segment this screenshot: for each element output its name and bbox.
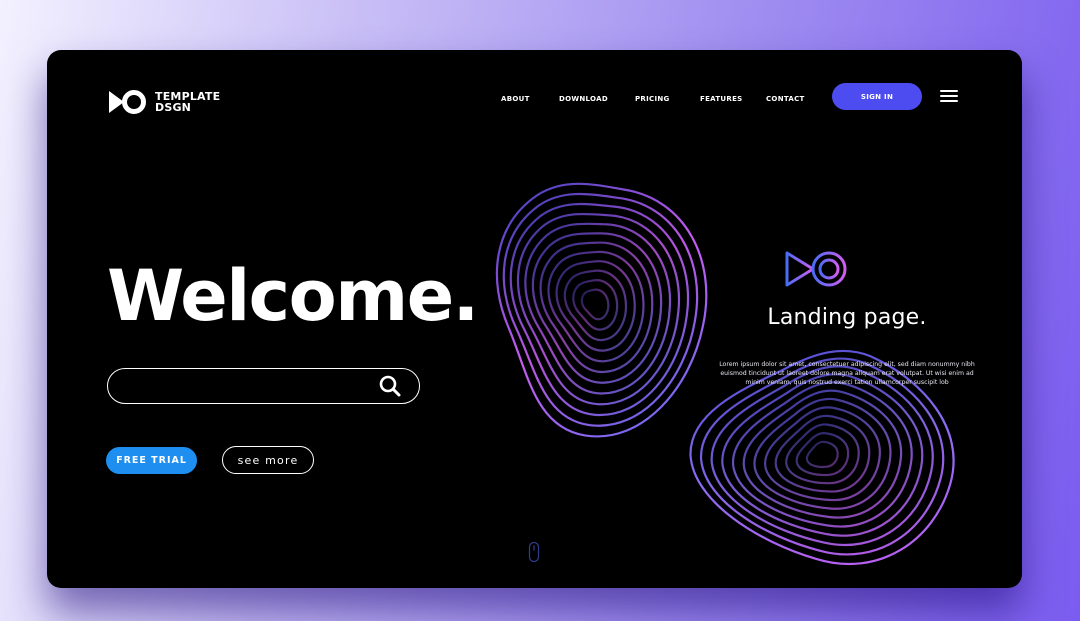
contour-ring <box>782 418 864 489</box>
contour-ring <box>473 176 718 444</box>
mouse-scroll-icon[interactable] <box>528 541 540 563</box>
free-trial-button[interactable]: FREE TRIAL <box>106 447 197 474</box>
nav-link-features[interactable]: FEATURES <box>700 92 743 106</box>
contour-ring <box>547 250 645 363</box>
feature-title: Landing page. <box>767 305 927 330</box>
search-input[interactable] <box>122 373 376 401</box>
hero-headline: Welcome. <box>107 255 479 337</box>
feature-description: Lorem ipsum dolor sit amet, consectetuer… <box>719 361 975 386</box>
landing-page-screen: TEMPLATE DSGN ABOUT DOWNLOAD PRICING FEA… <box>47 50 1022 588</box>
see-more-button[interactable]: see more <box>222 446 314 474</box>
hamburger-menu-icon[interactable] <box>940 90 958 104</box>
search-bar <box>107 368 420 404</box>
brand-name: TEMPLATE DSGN <box>155 91 220 113</box>
play-circle-logo-icon <box>109 90 146 114</box>
brand-name-line2: DSGN <box>155 101 192 114</box>
contour-ring <box>805 439 840 470</box>
play-circle-logo-icon <box>785 251 847 287</box>
sign-in-button[interactable]: SIGN IN <box>832 83 922 110</box>
search-icon[interactable] <box>376 373 404 399</box>
brand-logo[interactable]: TEMPLATE DSGN <box>107 88 220 116</box>
nav-link-pricing[interactable]: PRICING <box>635 92 670 106</box>
nav-link-download[interactable]: DOWNLOAD <box>559 92 608 106</box>
contour-ring <box>579 286 612 323</box>
nav-link-about[interactable]: ABOUT <box>501 92 530 106</box>
contour-ring <box>459 162 732 459</box>
nav-link-contact[interactable]: CONTACT <box>766 92 805 106</box>
